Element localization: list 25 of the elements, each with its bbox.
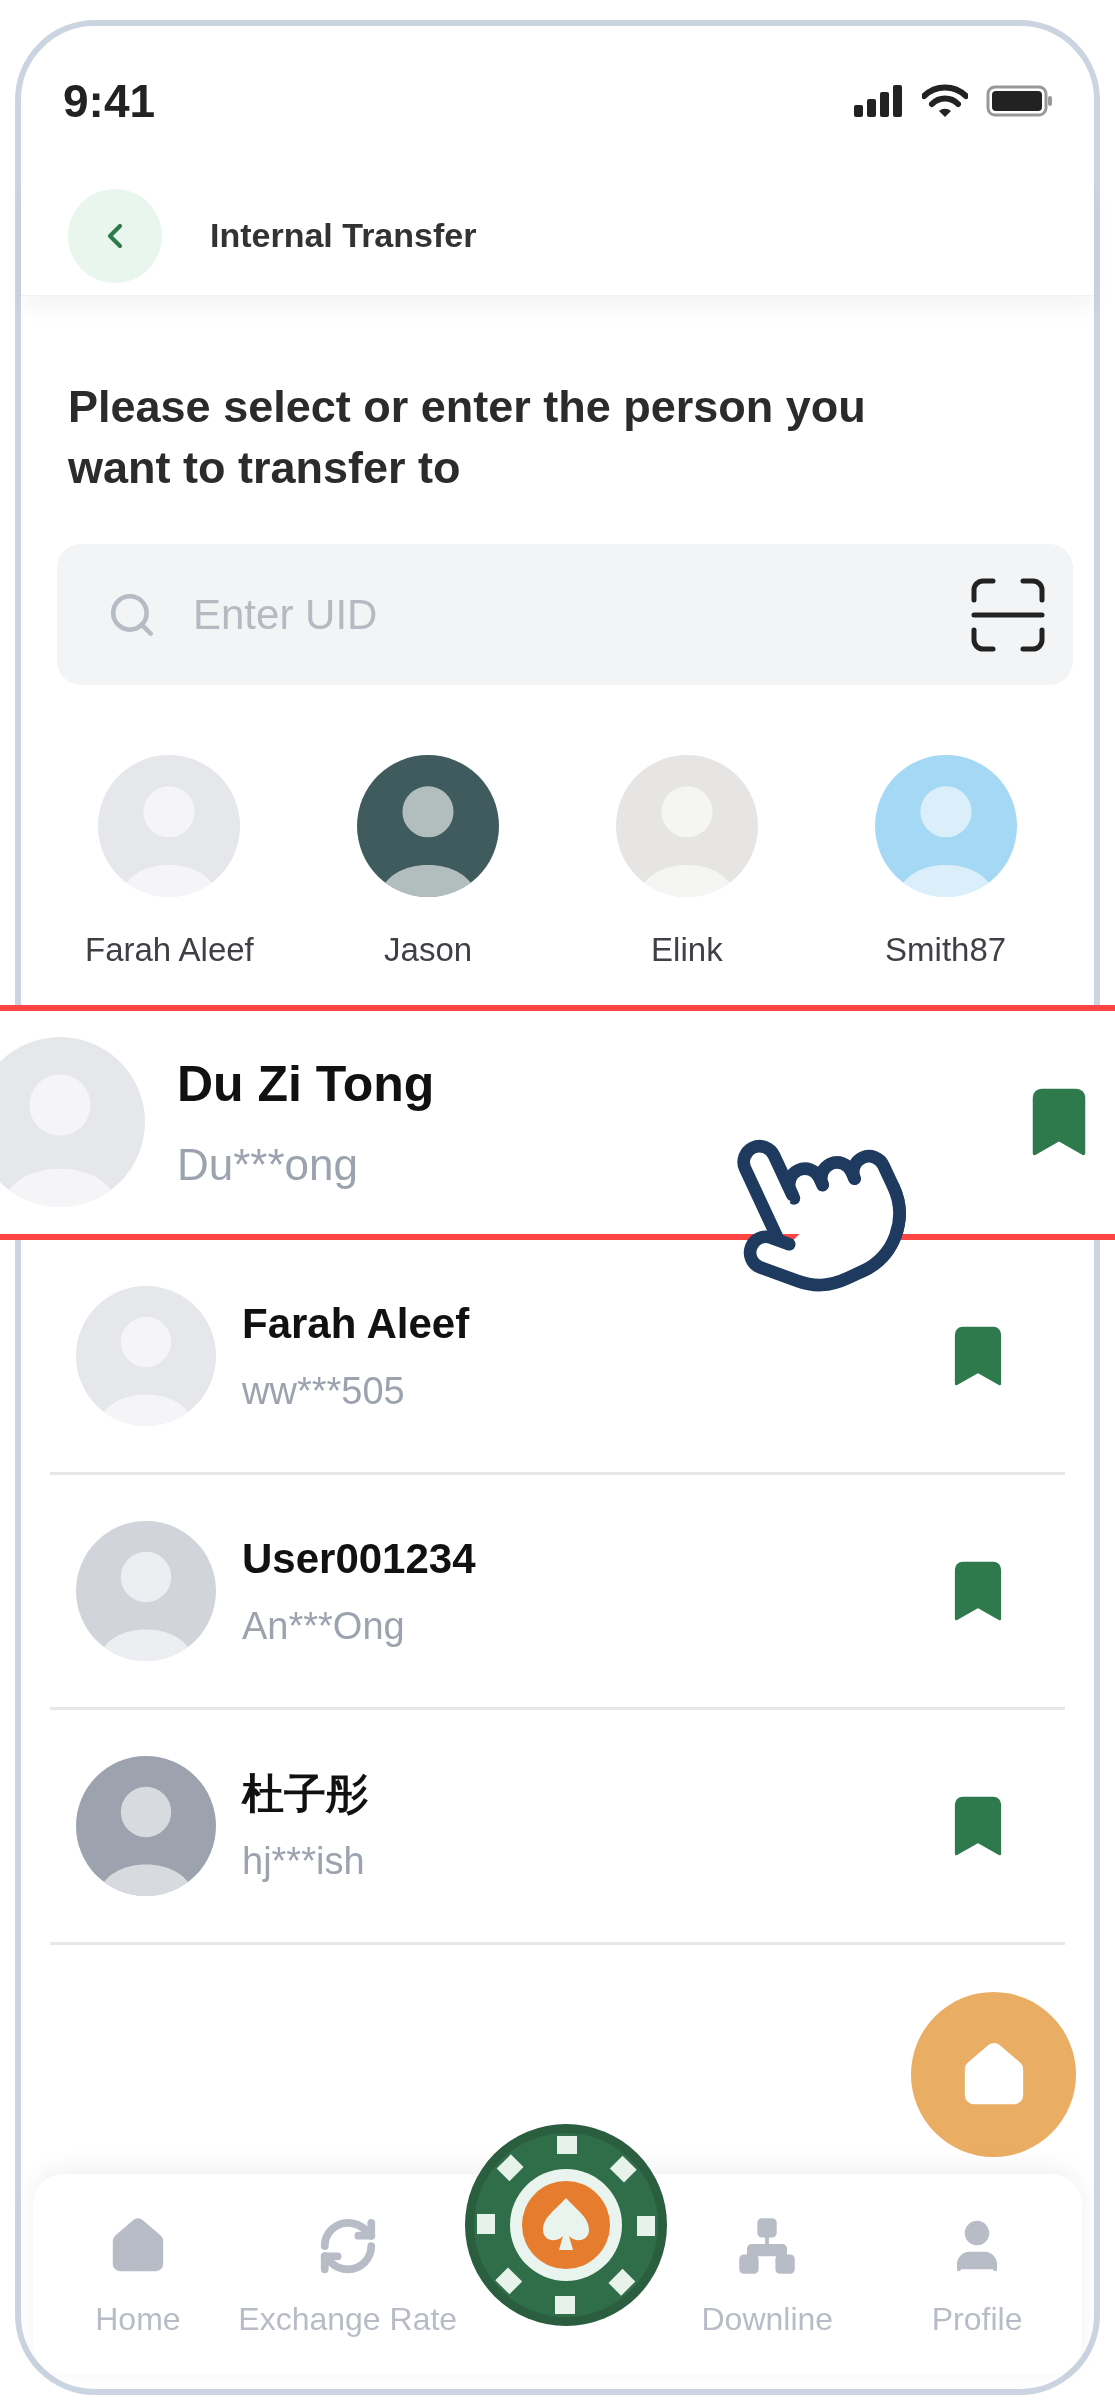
scan-icon[interactable] bbox=[971, 577, 1045, 652]
contact-row[interactable]: Farah Aleef ww***505 bbox=[50, 1239, 1065, 1475]
contact-row[interactable]: User001234 An***Ong bbox=[50, 1474, 1065, 1710]
poker-chip-icon[interactable] bbox=[463, 2122, 669, 2328]
recent-contact-name[interactable]: Smith87 bbox=[885, 925, 1007, 975]
status-time: 9:41 bbox=[63, 73, 156, 129]
contact-uid: ww***505 bbox=[242, 1368, 406, 1414]
recent-contact-name[interactable]: Elink bbox=[651, 925, 723, 975]
battery-icon bbox=[986, 85, 1052, 117]
contact-name: 杜子彤 bbox=[242, 1768, 369, 1819]
contact-name: User001234 bbox=[242, 1533, 477, 1584]
contact-name: Du Zi Tong bbox=[177, 1054, 436, 1114]
page-title: Internal Transfer bbox=[210, 215, 477, 256]
contact-name: Farah Aleef bbox=[242, 1298, 471, 1349]
signal-icon bbox=[854, 85, 904, 117]
recent-contact-name[interactable]: Farah Aleef bbox=[85, 925, 254, 975]
contact-uid: Du***ong bbox=[177, 1138, 360, 1191]
contact-uid: An***Ong bbox=[242, 1603, 406, 1649]
uid-input[interactable]: Enter UID bbox=[193, 583, 971, 646]
contact-uid: hj***ish bbox=[242, 1838, 366, 1884]
prompt-heading: Please select or enter the person you want to transfer to bbox=[68, 380, 867, 495]
wifi-icon bbox=[922, 84, 968, 118]
contact-row[interactable]: 杜子彤 hj***ish bbox=[50, 1709, 1065, 1945]
search-field[interactable]: Enter UID bbox=[57, 544, 1073, 685]
recent-contact-name[interactable]: Jason bbox=[384, 925, 473, 975]
